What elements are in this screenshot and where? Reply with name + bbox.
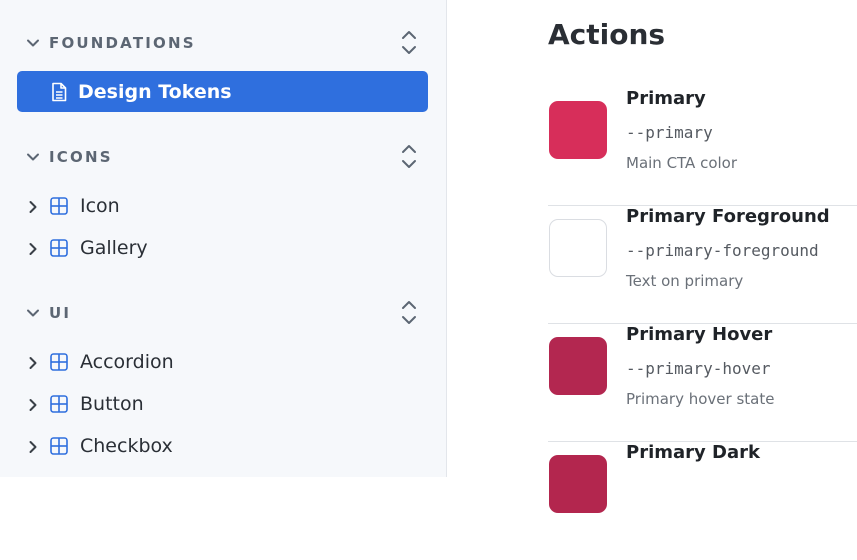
sidebar-item-button[interactable]: Button xyxy=(26,391,144,417)
sidebar-item-label: Checkbox xyxy=(80,435,173,457)
token-name: Primary Dark xyxy=(626,442,760,463)
component-grid-icon xyxy=(50,239,68,257)
token-variable: --primary-foreground xyxy=(626,241,819,260)
sidebar-item-label: Accordion xyxy=(80,351,174,373)
color-swatch xyxy=(549,337,607,395)
token-name: Primary xyxy=(626,88,706,109)
token-description: Main CTA color xyxy=(626,154,738,172)
sidebar-item-icon[interactable]: Icon xyxy=(26,193,120,219)
chevron-right-icon[interactable] xyxy=(26,199,40,213)
token-name: Primary Foreground xyxy=(626,206,830,227)
sidebar-item-label: Button xyxy=(80,393,144,415)
section-foundations-header[interactable]: FOUNDATIONS xyxy=(26,31,418,55)
chevron-down-icon xyxy=(26,306,40,320)
color-swatch xyxy=(549,101,607,159)
document-icon xyxy=(51,82,67,102)
sidebar-item-design-tokens[interactable]: Design Tokens xyxy=(17,71,428,112)
chevron-right-icon[interactable] xyxy=(26,241,40,255)
sidebar: FOUNDATIONS Design Tokens ICONS Icon Gal… xyxy=(0,0,447,477)
token-name: Primary Hover xyxy=(626,324,773,345)
section-title: UI xyxy=(49,304,72,322)
sidebar-item-checkbox[interactable]: Checkbox xyxy=(26,433,173,459)
sidebar-item-label: Design Tokens xyxy=(78,80,232,103)
color-swatch xyxy=(549,455,607,513)
component-grid-icon xyxy=(50,197,68,215)
chevron-right-icon[interactable] xyxy=(26,397,40,411)
sidebar-item-label: Gallery xyxy=(80,237,148,259)
chevron-down-icon xyxy=(26,150,40,164)
chevron-right-icon[interactable] xyxy=(26,355,40,369)
sidebar-item-label: Icon xyxy=(80,195,120,217)
component-grid-icon xyxy=(50,353,68,371)
token-row: Primary Hover --primary-hover Primary ho… xyxy=(548,324,857,442)
component-grid-icon xyxy=(50,395,68,413)
token-description: Text on primary xyxy=(626,272,744,290)
page-title: Actions xyxy=(548,18,666,51)
sidebar-item-gallery[interactable]: Gallery xyxy=(26,235,148,261)
section-title: FOUNDATIONS xyxy=(49,34,196,52)
token-row: Primary Foreground --primary-foreground … xyxy=(548,206,857,324)
color-swatch xyxy=(549,219,607,277)
token-description: Primary hover state xyxy=(626,390,775,408)
sidebar-item-accordion[interactable]: Accordion xyxy=(26,349,174,375)
token-row: Primary --primary Main CTA color xyxy=(548,88,857,206)
component-grid-icon xyxy=(50,437,68,455)
section-title: ICONS xyxy=(49,148,113,166)
section-icons-header[interactable]: ICONS xyxy=(26,145,418,169)
expand-collapse-icon[interactable] xyxy=(400,299,418,327)
expand-collapse-icon[interactable] xyxy=(400,29,418,57)
chevron-right-icon[interactable] xyxy=(26,439,40,453)
chevron-down-icon xyxy=(26,36,40,50)
token-variable: --primary xyxy=(626,123,713,142)
token-variable: --primary-hover xyxy=(626,359,771,378)
token-row: Primary Dark xyxy=(548,442,857,560)
main-content: Actions Primary --primary Main CTA color… xyxy=(448,0,857,513)
expand-collapse-icon[interactable] xyxy=(400,143,418,171)
section-ui-header[interactable]: UI xyxy=(26,301,418,325)
